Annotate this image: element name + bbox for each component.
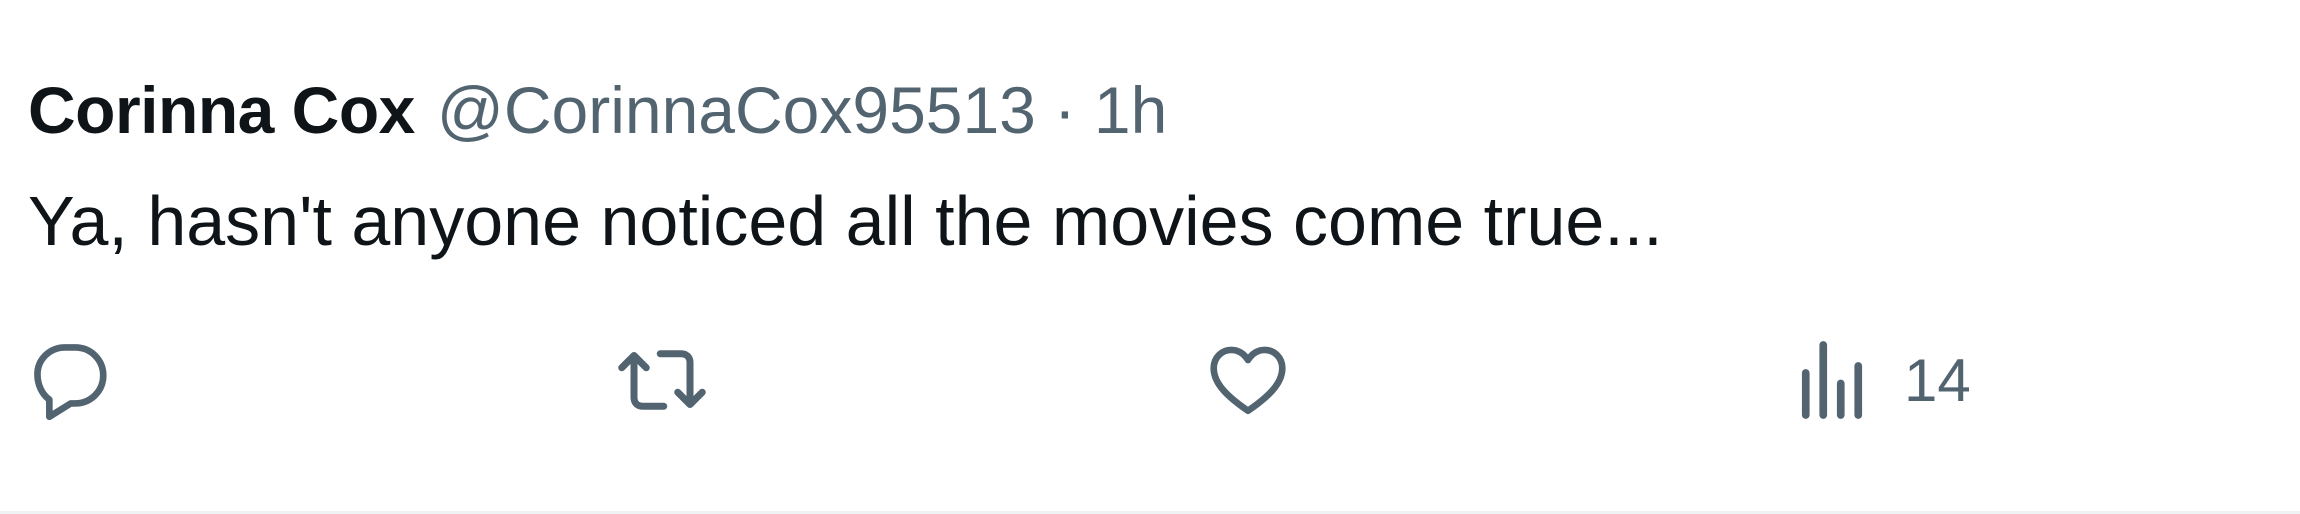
views-button[interactable]: 14 xyxy=(1796,334,1971,426)
views-count: 14 xyxy=(1904,346,1971,414)
tweet-text: Ya, hasn't anyone noticed all the movies… xyxy=(28,182,1663,260)
reply-icon xyxy=(28,338,112,422)
header-separator: · xyxy=(1053,73,1076,147)
tweet[interactable]: Corinna Cox @CorinnaCox95513 · 1h Ya, ha… xyxy=(0,0,2300,514)
retweet-button[interactable] xyxy=(612,334,712,426)
heart-icon xyxy=(1206,338,1290,422)
retweet-icon xyxy=(612,338,712,422)
reply-button[interactable] xyxy=(28,334,112,426)
tweet-header: Corinna Cox @CorinnaCox95513 · 1h xyxy=(28,68,1167,152)
tweet-timestamp[interactable]: 1h xyxy=(1094,72,1167,148)
author-handle[interactable]: @CorinnaCox95513 xyxy=(437,72,1036,148)
views-chart-icon xyxy=(1796,338,1868,422)
author-display-name[interactable]: Corinna Cox xyxy=(28,72,415,148)
like-button[interactable] xyxy=(1206,334,1290,426)
